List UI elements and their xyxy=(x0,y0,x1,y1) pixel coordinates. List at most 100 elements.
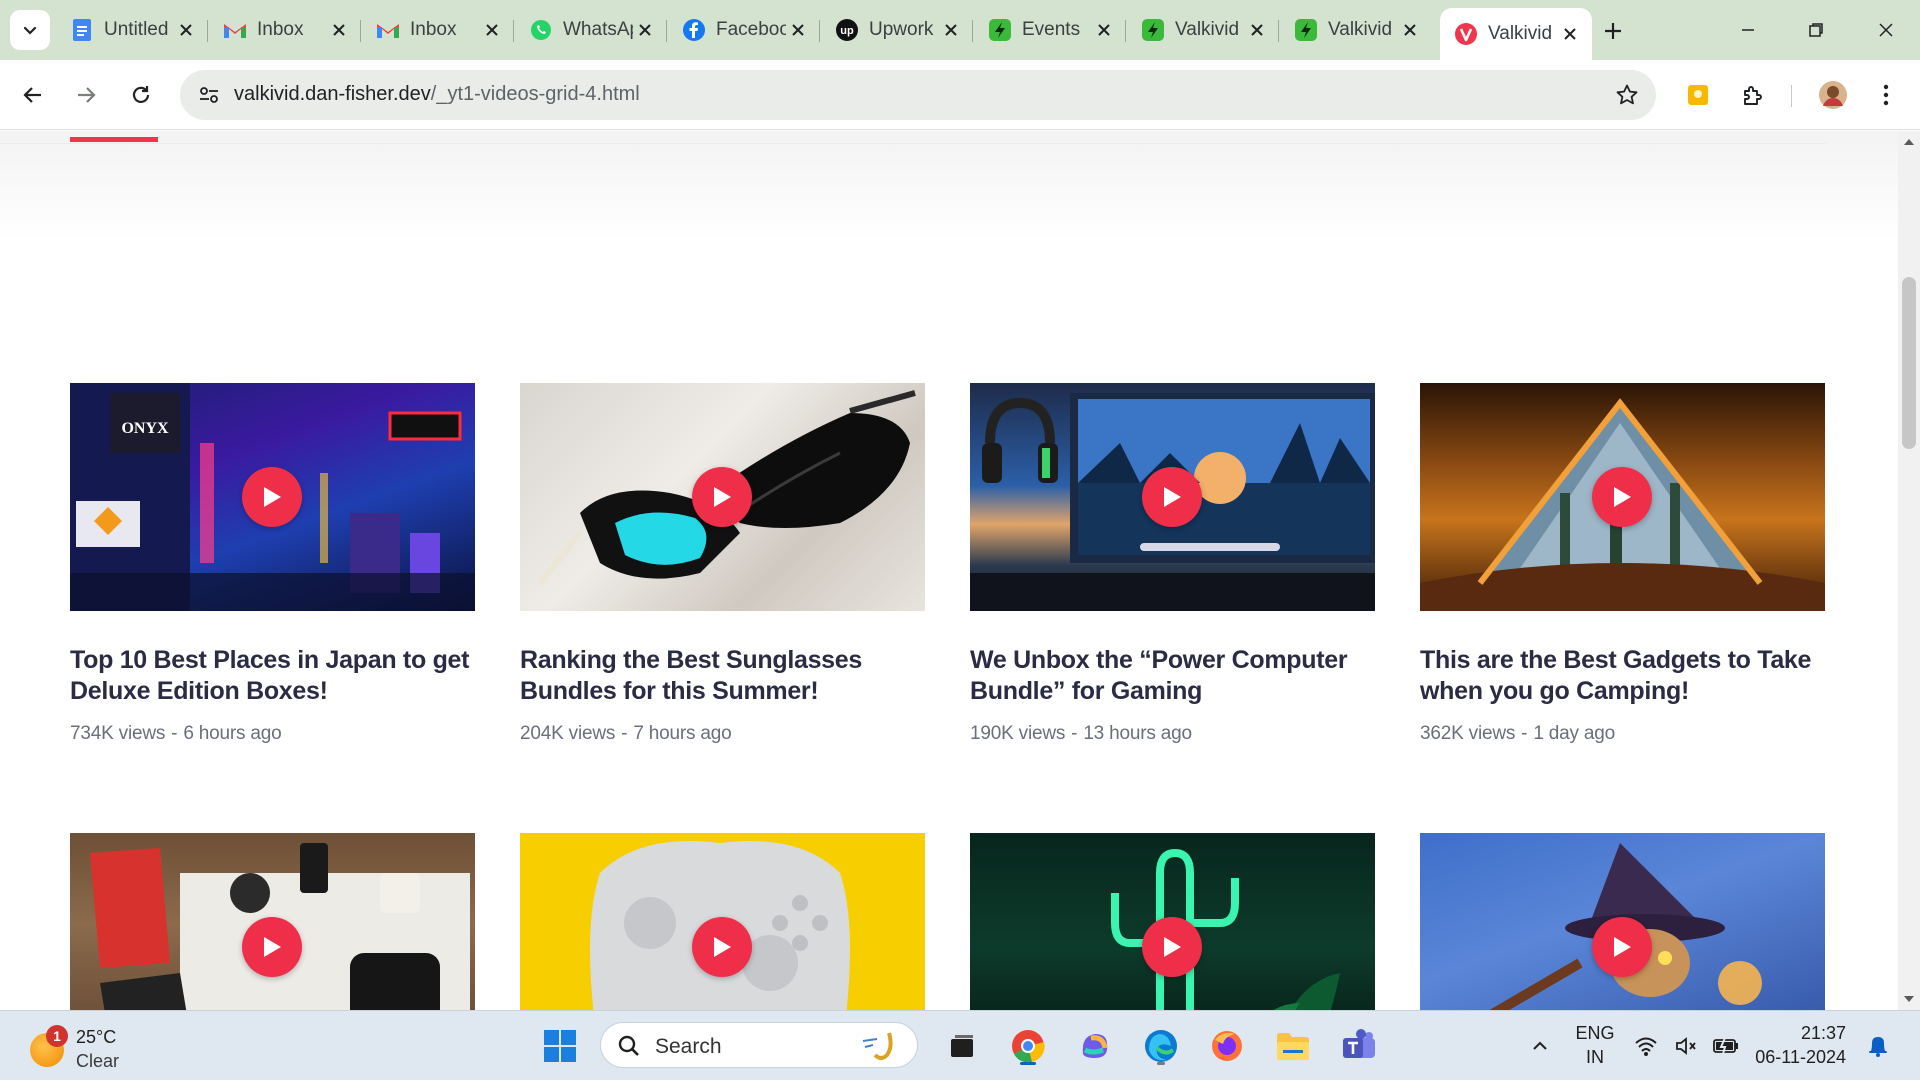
tab-events[interactable]: Events xyxy=(974,8,1126,52)
close-icon[interactable] xyxy=(633,18,657,42)
volume-status[interactable] xyxy=(1670,1024,1702,1068)
profile-avatar[interactable] xyxy=(1813,75,1853,115)
video-card[interactable]: ONYX Top 10 Best Places in Japan to get … xyxy=(70,383,475,745)
minimize-button[interactable] xyxy=(1724,10,1772,50)
close-icon[interactable] xyxy=(1092,18,1116,42)
play-icon xyxy=(1164,487,1181,507)
scroll-up-arrow-icon[interactable] xyxy=(1904,139,1914,145)
input-language[interactable]: ENG IN xyxy=(1570,1023,1620,1068)
video-title[interactable]: This are the Best Gadgets to Take when y… xyxy=(1420,645,1825,707)
wifi-status[interactable] xyxy=(1630,1024,1662,1068)
video-title[interactable]: Top 10 Best Places in Japan to get Delux… xyxy=(70,645,475,707)
taskbar-firefox[interactable] xyxy=(1205,1024,1249,1068)
tab-strip: Untitled Inbox Inbox WhatsApp Facebook u… xyxy=(0,0,1920,60)
taskbar-file-explorer[interactable] xyxy=(1271,1024,1315,1068)
video-card[interactable] xyxy=(70,833,475,1010)
back-button[interactable] xyxy=(13,75,53,115)
video-card[interactable] xyxy=(970,833,1375,1010)
tab-valkivid-2[interactable]: Valkivid xyxy=(1280,8,1432,52)
play-button[interactable] xyxy=(242,917,302,977)
video-meta: 734K views -6 hours ago xyxy=(70,723,475,745)
close-icon[interactable] xyxy=(1398,18,1422,42)
close-icon[interactable] xyxy=(1245,18,1269,42)
meta-separator: - xyxy=(1071,723,1078,744)
close-window-button[interactable] xyxy=(1862,10,1910,50)
close-icon[interactable] xyxy=(786,18,810,42)
close-icon[interactable] xyxy=(939,18,963,42)
reload-button[interactable] xyxy=(121,75,161,115)
green-bolt-icon xyxy=(1141,18,1165,42)
play-button[interactable] xyxy=(692,467,752,527)
tab-gmail-1[interactable]: Inbox xyxy=(209,8,361,52)
video-thumbnail[interactable] xyxy=(1420,833,1825,1010)
video-thumbnail[interactable]: ONYX xyxy=(70,383,475,611)
video-thumbnail[interactable] xyxy=(970,833,1375,1010)
video-views: 734K views xyxy=(70,723,166,744)
bookmark-star-icon[interactable] xyxy=(1614,82,1640,108)
tab-gmail-2[interactable]: Inbox xyxy=(362,8,514,52)
chrome-menu-button[interactable] xyxy=(1866,75,1906,115)
tab-upwork[interactable]: up Upwork xyxy=(821,8,973,52)
extension-notes-button[interactable] xyxy=(1678,75,1718,115)
tab-separator xyxy=(360,20,361,42)
scroll-down-arrow-icon[interactable] xyxy=(1904,996,1914,1002)
close-icon[interactable] xyxy=(480,18,504,42)
close-icon[interactable] xyxy=(1558,22,1582,46)
battery-status[interactable] xyxy=(1710,1024,1742,1068)
restore-button[interactable] xyxy=(1792,10,1840,50)
video-card[interactable]: Ranking the Best Sunglasses Bundles for … xyxy=(520,383,925,745)
play-icon xyxy=(1614,937,1631,957)
more-vert-icon xyxy=(1883,84,1889,106)
site-info-icon[interactable] xyxy=(194,80,224,110)
close-icon[interactable] xyxy=(327,18,351,42)
video-thumbnail[interactable] xyxy=(1420,383,1825,611)
video-title[interactable]: We Unbox the “Power Computer Bundle” for… xyxy=(970,645,1375,707)
show-hidden-icons-button[interactable] xyxy=(1518,1024,1562,1068)
tab-valkivid-active[interactable]: Valkivid xyxy=(1440,8,1592,60)
tab-whatsapp[interactable]: WhatsApp xyxy=(515,8,667,52)
play-button[interactable] xyxy=(1592,917,1652,977)
video-thumbnail[interactable] xyxy=(70,833,475,1010)
clock[interactable]: 21:37 06-11-2024 xyxy=(1754,1023,1846,1068)
video-card[interactable] xyxy=(520,833,925,1010)
notifications-button[interactable] xyxy=(1858,1024,1898,1068)
video-thumbnail[interactable] xyxy=(970,383,1375,611)
close-icon[interactable] xyxy=(174,18,198,42)
tab-separator xyxy=(1125,20,1126,42)
play-button[interactable] xyxy=(242,467,302,527)
address-bar[interactable]: valkivid.dan-fisher.dev/_yt1-videos-grid… xyxy=(180,70,1656,120)
task-view-button[interactable] xyxy=(940,1024,984,1068)
taskbar-search[interactable]: Search xyxy=(600,1022,918,1068)
taskbar-copilot[interactable] xyxy=(1073,1024,1117,1068)
video-title[interactable]: Ranking the Best Sunglasses Bundles for … xyxy=(520,645,925,707)
play-button[interactable] xyxy=(692,917,752,977)
taskbar-teams[interactable] xyxy=(1337,1024,1381,1068)
extensions-button[interactable] xyxy=(1733,75,1773,115)
tab-valkivid-1[interactable]: Valkivid xyxy=(1127,8,1279,52)
play-button[interactable] xyxy=(1142,917,1202,977)
svg-text:ONYX: ONYX xyxy=(121,420,169,437)
play-button[interactable] xyxy=(1592,467,1652,527)
weather-condition: Clear xyxy=(76,1051,120,1071)
taskbar-chrome[interactable] xyxy=(1006,1024,1050,1068)
video-thumbnail[interactable] xyxy=(520,833,925,1010)
vertical-scrollbar[interactable] xyxy=(1898,131,1920,1010)
tab-search-button[interactable] xyxy=(10,10,50,50)
tab-title: Valkivid xyxy=(1488,23,1553,44)
forward-button[interactable] xyxy=(66,75,106,115)
weather-widget[interactable]: 1 25°C Clear xyxy=(26,1017,186,1073)
video-card[interactable]: This are the Best Gadgets to Take when y… xyxy=(1420,383,1825,745)
taskbar-edge[interactable] xyxy=(1139,1024,1183,1068)
folder-icon xyxy=(1277,1033,1309,1060)
play-button[interactable] xyxy=(1142,467,1202,527)
video-thumbnail[interactable] xyxy=(520,383,925,611)
new-tab-button[interactable] xyxy=(1596,14,1630,48)
video-card[interactable]: We Unbox the “Power Computer Bundle” for… xyxy=(970,383,1375,745)
notification-badge: 1 xyxy=(46,1025,68,1047)
tab-separator xyxy=(819,20,820,42)
video-card[interactable] xyxy=(1420,833,1825,1010)
tab-facebook[interactable]: Facebook xyxy=(668,8,820,52)
start-button[interactable] xyxy=(538,1024,582,1068)
tab-docs[interactable]: Untitled xyxy=(56,8,208,52)
scrollbar-thumb[interactable] xyxy=(1902,277,1916,449)
